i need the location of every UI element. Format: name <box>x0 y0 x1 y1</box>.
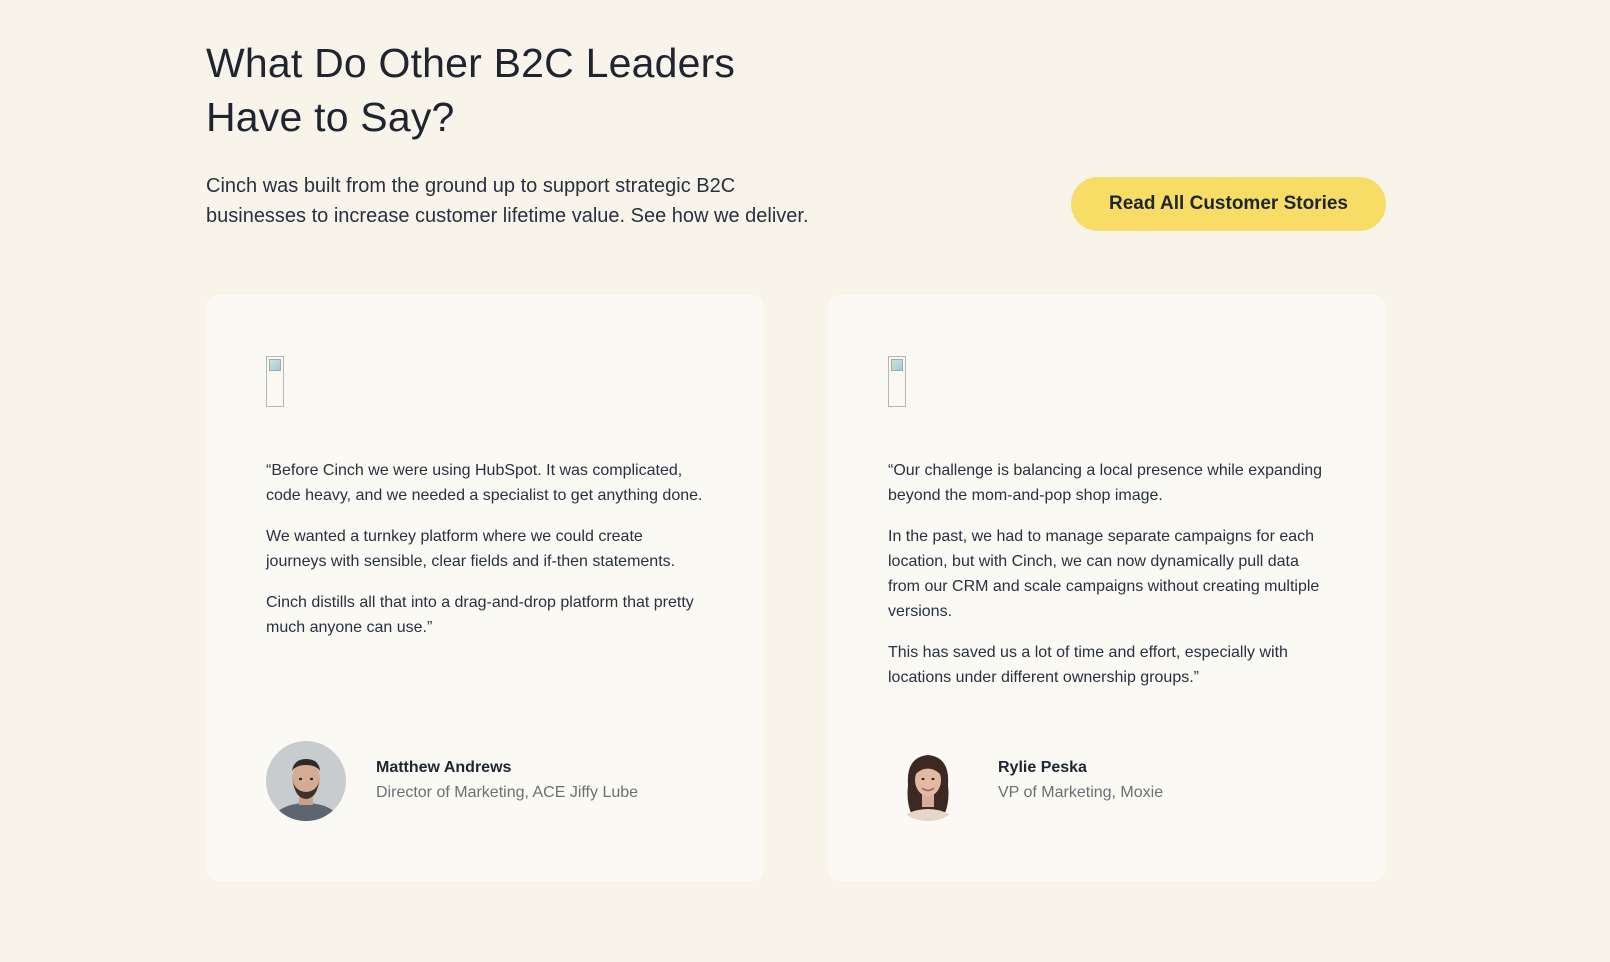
section-heading-line2: Have to Say? <box>206 94 455 140</box>
broken-image-icon <box>269 359 281 371</box>
section-intro: Cinch was built from the ground up to su… <box>206 171 866 231</box>
author-title: Director of Marketing, ACE Jiffy Lube <box>376 784 639 801</box>
section-intro-line2: businesses to increase customer lifetime… <box>206 205 809 227</box>
quote-paragraph: “Before Cinch we were using HubSpot. It … <box>266 462 703 504</box>
quote-paragraph: “Our challenge is balancing a local pres… <box>888 462 1323 504</box>
author-name: Rylie Peska <box>998 759 1087 776</box>
read-all-customer-stories-button[interactable]: Read All Customer Stories <box>1071 177 1386 231</box>
testimonial-quote: “Our challenge is balancing a local pres… <box>888 458 1328 706</box>
avatar <box>266 741 346 821</box>
company-logo-image <box>888 356 906 407</box>
testimonial-quote: “Before Cinch we were using HubSpot. It … <box>266 458 706 656</box>
quote-paragraph: We wanted a turnkey platform where we co… <box>266 528 676 570</box>
testimonial-card: “Before Cinch we were using HubSpot. It … <box>206 295 764 881</box>
broken-image-icon <box>891 359 903 371</box>
section-heading: What Do Other B2C Leaders Have to Say? <box>206 36 846 144</box>
testimonials-section: What Do Other B2C Leaders Have to Say? C… <box>206 0 1386 962</box>
quote-paragraph: In the past, we had to manage separate c… <box>888 528 1320 620</box>
testimonial-author: Matthew Andrews Director of Marketing, A… <box>266 741 726 821</box>
section-intro-line1: Cinch was built from the ground up to su… <box>206 175 736 197</box>
testimonial-author: Rylie Peska VP of Marketing, Moxie <box>888 741 1348 821</box>
testimonial-card: “Our challenge is balancing a local pres… <box>828 295 1386 881</box>
section-heading-line1: What Do Other B2C Leaders <box>206 40 736 86</box>
author-name: Matthew Andrews <box>376 759 512 776</box>
company-logo-image <box>266 356 284 407</box>
avatar <box>888 741 968 821</box>
author-title: VP of Marketing, Moxie <box>998 784 1164 801</box>
quote-paragraph: Cinch distills all that into a drag-and-… <box>266 594 694 636</box>
quote-paragraph: This has saved us a lot of time and effo… <box>888 644 1288 686</box>
